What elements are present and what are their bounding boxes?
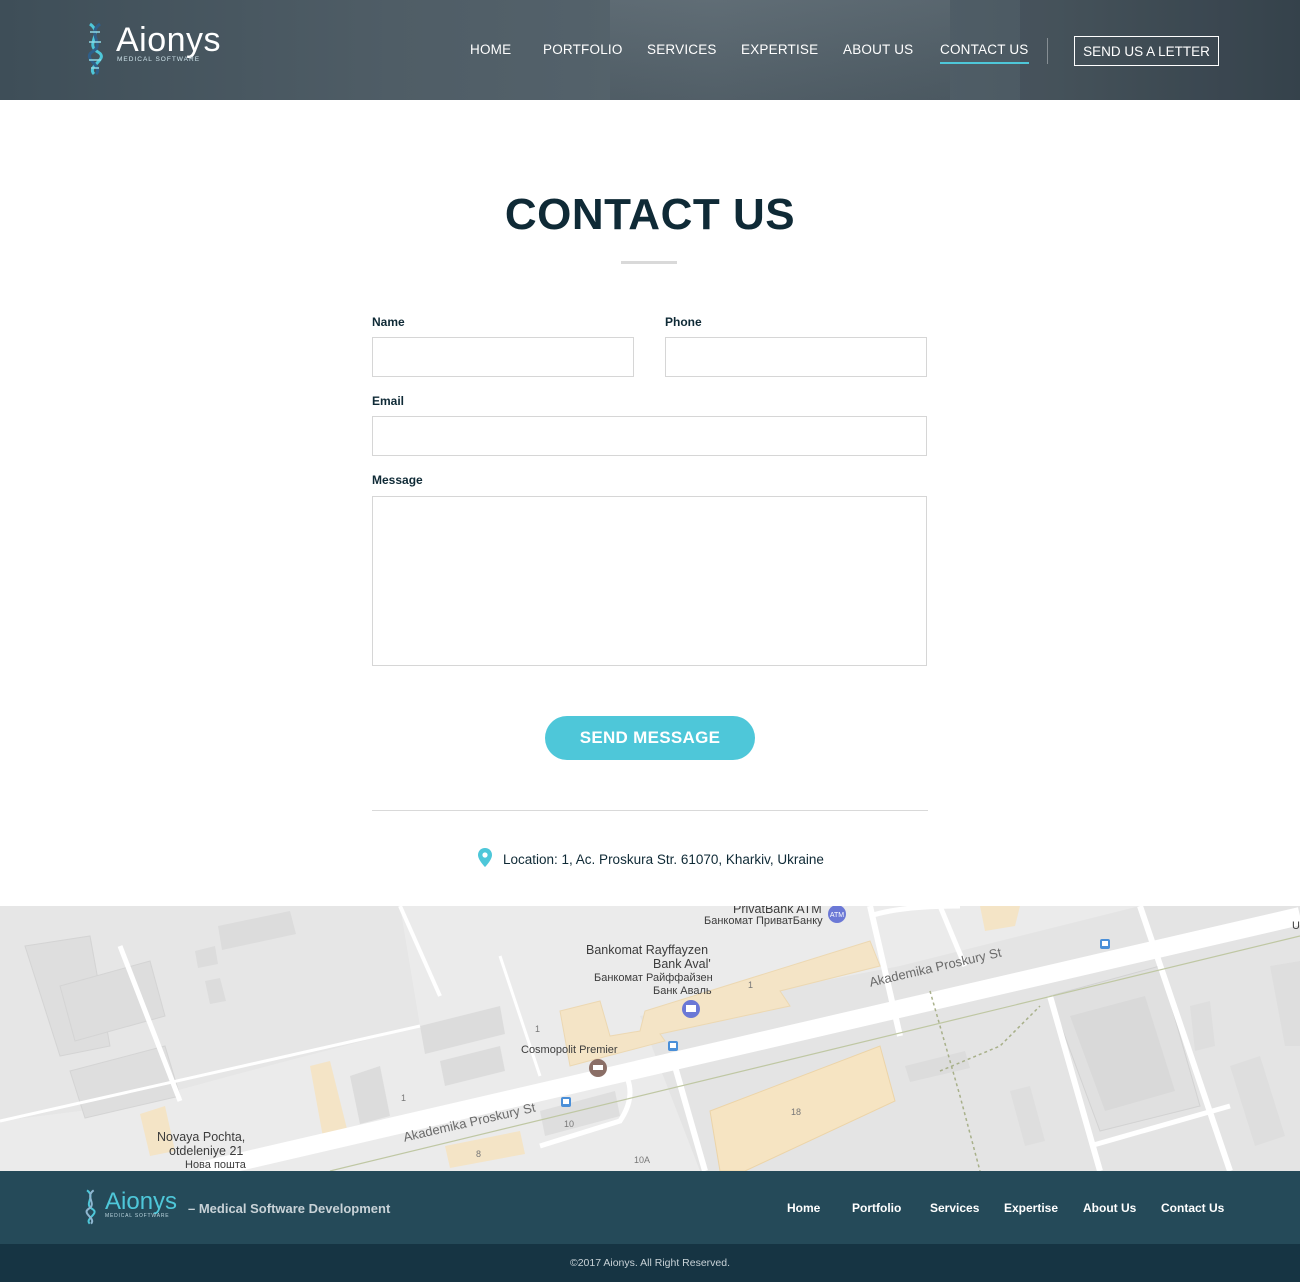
map-building-number: 10A xyxy=(634,1155,651,1165)
atm-icon-label: ATM xyxy=(830,912,844,919)
nav-portfolio[interactable]: PORTFOLIO xyxy=(543,42,623,57)
map-label-cosmopolit: Cosmopolit Premier xyxy=(521,1044,618,1056)
page-title: CONTACT US xyxy=(504,190,796,239)
copyright: ©2017 Aionys. All Right Reserved. xyxy=(0,1244,1300,1282)
message-field[interactable] xyxy=(372,496,927,666)
footer-link-portfolio[interactable]: Portfolio xyxy=(852,1201,901,1215)
footer-link-contact-us[interactable]: Contact Us xyxy=(1161,1201,1224,1215)
nav-home[interactable]: HOME xyxy=(470,42,511,57)
map-building-number: 18 xyxy=(791,1107,802,1117)
title-underline xyxy=(621,261,677,264)
location-info: Location: 1, Ac. Proskura Str. 61070, Kh… xyxy=(478,848,824,870)
map-label-privatbank-ru: Банкомат ПриватБанку xyxy=(704,915,823,927)
site-header: Aionys MEDICAL SOFTWARE HOME PORTFOLIO S… xyxy=(0,0,1300,100)
location-map[interactable]: ATM PrivatBank ATM Банкомат ПриватБанку … xyxy=(0,906,1300,1171)
map-label-novaya-2: otdeleniye 21 xyxy=(169,1144,244,1158)
map-label-novaya-ru: Нова пошта xyxy=(185,1159,246,1171)
email-label: Email xyxy=(372,394,405,408)
message-label: Message xyxy=(372,473,423,487)
footer-link-expertise[interactable]: Expertise xyxy=(1004,1201,1058,1215)
nav-expertise[interactable]: EXPERTISE xyxy=(741,42,818,57)
send-us-a-letter-button[interactable]: SEND US A LETTER xyxy=(1074,36,1219,66)
nav-divider xyxy=(1047,38,1048,64)
section-divider xyxy=(372,810,928,811)
map-building-number: 8 xyxy=(476,1149,482,1159)
phone-field[interactable] xyxy=(665,337,927,377)
logo-name: Aionys xyxy=(116,21,222,59)
name-field[interactable] xyxy=(372,337,634,377)
nav-about-us[interactable]: ABOUT US xyxy=(843,42,913,57)
map-building-number: 10 xyxy=(564,1119,575,1129)
map-label-raif-ru-1: Банкомат Райффайзен xyxy=(594,972,713,984)
footer-link-about-us[interactable]: About Us xyxy=(1083,1201,1136,1215)
footer-logo-name: Aionys xyxy=(105,1188,178,1215)
nav-services[interactable]: SERVICES xyxy=(647,42,717,57)
nav-contact-us[interactable]: CONTACT US xyxy=(940,42,1029,64)
location-text: Location: 1, Ac. Proskura Str. 61070, Kh… xyxy=(503,851,824,867)
name-label: Name xyxy=(372,315,405,329)
email-field[interactable] xyxy=(372,416,927,456)
map-building-number: 1 xyxy=(535,1024,541,1034)
send-message-button[interactable]: SEND MESSAGE xyxy=(545,716,755,760)
map-pin-icon xyxy=(478,848,492,870)
footer-logo[interactable]: Aionys MEDICAL SOFTWARE xyxy=(80,1189,177,1225)
footer-logo-subtitle: MEDICAL SOFTWARE xyxy=(105,1213,170,1219)
map-building-number: 1 xyxy=(748,980,754,990)
phone-label: Phone xyxy=(665,315,702,329)
site-logo[interactable]: Aionys MEDICAL SOFTWARE xyxy=(80,22,221,78)
dna-logo-icon xyxy=(80,22,112,76)
footer-link-home[interactable]: Home xyxy=(787,1201,820,1215)
footer-link-services[interactable]: Services xyxy=(930,1201,979,1215)
site-footer: Aionys MEDICAL SOFTWARE – Medical Softwa… xyxy=(0,1171,1300,1244)
map-label-novaya-1: Novaya Pochta, xyxy=(157,1130,246,1144)
footer-tagline: – Medical Software Development xyxy=(188,1201,391,1216)
map-label-edge: U xyxy=(1292,920,1300,932)
map-label-raif-2: Bank Aval' xyxy=(653,957,711,971)
map-building-number: 1 xyxy=(401,1093,407,1103)
map-label-raif-ru-2: Банк Аваль xyxy=(653,985,712,997)
dna-logo-icon xyxy=(85,1189,96,1225)
map-label-raif-1: Bankomat Rayffayzen xyxy=(586,943,709,957)
